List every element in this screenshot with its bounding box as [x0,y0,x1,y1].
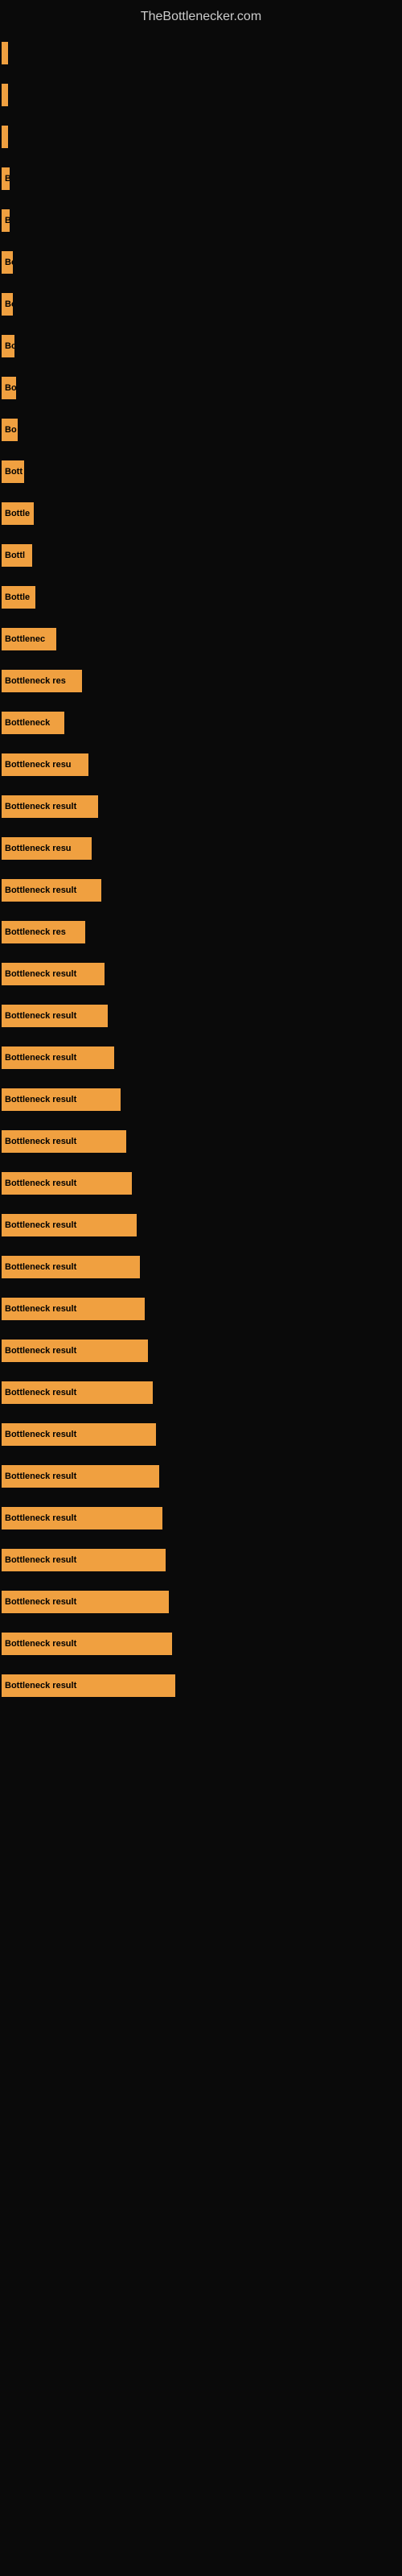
bar-label: Bottleneck [2,712,64,734]
bar-row: Bottleneck result [0,1121,402,1162]
bar-row: Bottleneck result [0,869,402,911]
bars-container: BB Bo Bo Bo Bo Bo Bott Bottle Bottl Bottle Bottlen… [0,24,402,1715]
bar-row: Bo [0,409,402,451]
bar-row: Bott [0,451,402,493]
bar-label: Bottleneck result [2,1465,159,1488]
bar-label: Bo [2,293,13,316]
bar-label: Bottlenec [2,628,56,650]
bar-row: Bottleneck result [0,1581,402,1623]
bar-label: Bottleneck result [2,1549,166,1571]
bar-row: Bottleneck result [0,1372,402,1414]
bar-label: Bottleneck result [2,1591,169,1613]
bar-label: Bottleneck result [2,1256,140,1278]
bar-row: Bottleneck result [0,1497,402,1539]
bar-row: Bottleneck result [0,995,402,1037]
bar-label: Bottleneck result [2,1381,153,1404]
bar-row: Bottleneck resu [0,744,402,786]
bar-label: Bottleneck res [2,921,85,943]
bar-row: Bottleneck resu [0,828,402,869]
bar-label: Bottleneck result [2,963,105,985]
bar-label [2,84,8,106]
bar-row: Bottleneck [0,702,402,744]
bar-row: Bottleneck res [0,911,402,953]
bar-label: Bottleneck result [2,1674,175,1697]
bar-row: Bottleneck result [0,1414,402,1455]
bar-label: B [2,209,10,232]
bar-label [2,126,8,148]
bar-row: Bo [0,242,402,283]
bar-label: Bottleneck result [2,1340,148,1362]
bar-label: Bottleneck result [2,795,98,818]
bar-row: Bo [0,325,402,367]
bar-row [0,116,402,158]
bar-row: Bottleneck result [0,1623,402,1665]
bar-row: Bottle [0,493,402,535]
bar-row: Bottleneck result [0,1079,402,1121]
bar-row: Bottleneck result [0,953,402,995]
bar-label: Bottle [2,586,35,609]
bar-label: Bottleneck result [2,1214,137,1236]
bar-row [0,32,402,74]
bar-row: Bottleneck res [0,660,402,702]
bar-row: Bottleneck result [0,1037,402,1079]
bar-row: Bottleneck result [0,1246,402,1288]
bar-row: Bottle [0,576,402,618]
bar-label [2,42,8,64]
bar-row: Bottleneck result [0,786,402,828]
bar-label: Bottleneck result [2,1005,108,1027]
bar-label: Bo [2,419,18,441]
bar-row: Bo [0,283,402,325]
bar-row: Bottl [0,535,402,576]
bar-row: Bottleneck result [0,1162,402,1204]
bar-label: Bottleneck result [2,1633,172,1655]
bar-row [0,74,402,116]
bar-label: Bottleneck result [2,879,101,902]
bar-label: Bo [2,377,16,399]
bar-row: Bottleneck result [0,1539,402,1581]
bar-row: Bottleneck result [0,1204,402,1246]
bar-label: Bottleneck res [2,670,82,692]
bar-label: Bottleneck result [2,1172,132,1195]
bar-label: Bottleneck result [2,1507,162,1530]
bar-label: Bott [2,460,24,483]
bar-label: Bo [2,335,14,357]
bar-row: Bottleneck result [0,1665,402,1707]
bar-label: Bottleneck result [2,1130,126,1153]
bar-label: Bottleneck result [2,1046,114,1069]
bar-label: Bottl [2,544,32,567]
bar-row: B [0,158,402,200]
bar-label: Bottle [2,502,34,525]
bar-label: Bottleneck resu [2,837,92,860]
bar-label: Bottleneck result [2,1423,156,1446]
bar-row: Bottlenec [0,618,402,660]
bar-row: Bo [0,367,402,409]
bar-label: Bottleneck resu [2,753,88,776]
bar-label: Bottleneck result [2,1088,121,1111]
bar-row: Bottleneck result [0,1455,402,1497]
bar-row: Bottleneck result [0,1288,402,1330]
bar-label: B [2,167,10,190]
bar-row: B [0,200,402,242]
bar-row: Bottleneck result [0,1330,402,1372]
bar-label: Bottleneck result [2,1298,145,1320]
bar-label: Bo [2,251,13,274]
